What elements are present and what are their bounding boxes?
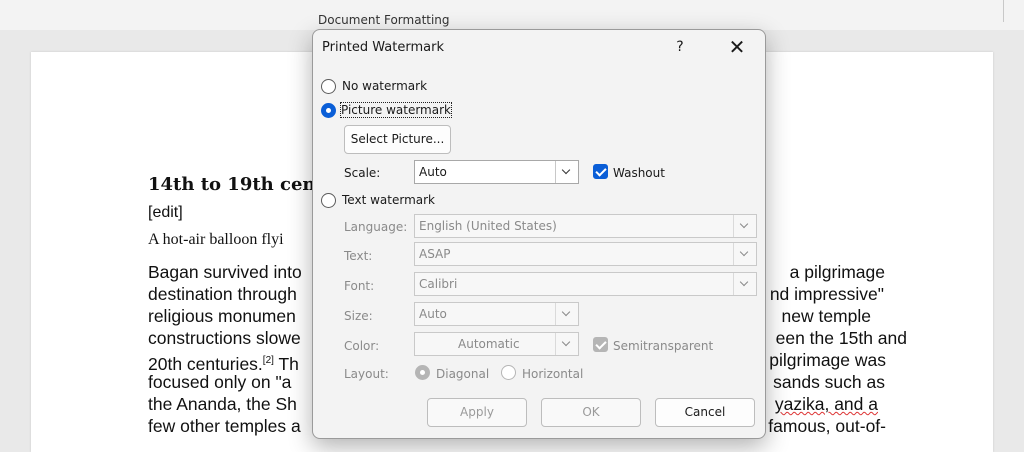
semitransparent-label[interactable]: Semitransparent: [613, 339, 713, 353]
doc-image-caption: A hot-air balloon flyi: [148, 231, 284, 248]
font-combobox[interactable]: Calibri: [414, 272, 757, 296]
text-combobox[interactable]: ASAP: [414, 242, 757, 266]
printed-watermark-dialog: Printed Watermark ? ✕ No watermark Pictu…: [312, 29, 766, 439]
horizontal-label[interactable]: Horizontal: [522, 367, 583, 381]
doc-body-line: pilgrimage was: [769, 350, 886, 370]
doc-body-line: focused only on "a: [148, 372, 292, 392]
doc-body-line: Bagan survived into: [148, 262, 302, 282]
text-watermark-label[interactable]: Text watermark: [342, 193, 435, 207]
text-value: ASAP: [419, 247, 451, 261]
doc-body-line: constructions slowe: [148, 328, 301, 348]
size-label: Size:: [344, 309, 373, 323]
doc-body-text: 20th centuries.: [148, 353, 263, 374]
scale-value: Auto: [419, 165, 447, 179]
washout-label[interactable]: Washout: [613, 166, 665, 180]
no-watermark-radio[interactable]: [321, 79, 336, 94]
diagonal-label[interactable]: Diagonal: [436, 367, 489, 381]
chevron-down-icon[interactable]: [733, 243, 756, 265]
semitransparent-checkbox[interactable]: [593, 337, 608, 352]
text-watermark-radio[interactable]: [321, 193, 336, 208]
doc-body-line: destination through: [148, 284, 297, 304]
chevron-down-icon[interactable]: [555, 161, 578, 183]
chevron-down-icon[interactable]: [555, 333, 578, 355]
scale-combobox[interactable]: Auto: [414, 160, 579, 184]
doc-body-line: sands such as: [773, 372, 885, 392]
doc-body-line: the Ananda, the Sh: [148, 394, 297, 414]
picture-watermark-label[interactable]: Picture watermark: [340, 102, 452, 118]
font-value: Calibri: [419, 277, 458, 291]
color-label: Color:: [344, 339, 380, 353]
chevron-down-icon[interactable]: [733, 273, 756, 295]
dialog-title: Printed Watermark: [322, 40, 444, 55]
text-label: Text:: [344, 249, 373, 263]
doc-body-text: Th: [273, 353, 299, 374]
color-value: Automatic: [458, 337, 520, 351]
scale-label: Scale:: [344, 166, 381, 180]
doc-body-line: yazika, and a: [774, 394, 878, 414]
language-label: Language:: [344, 220, 408, 234]
language-value: English (United States): [419, 219, 557, 233]
close-button[interactable]: ✕: [723, 36, 751, 58]
washout-checkbox[interactable]: [593, 164, 608, 179]
doc-body-line: nd impressive": [769, 284, 884, 304]
apply-button[interactable]: Apply: [427, 398, 527, 427]
chevron-down-icon[interactable]: [555, 303, 578, 325]
doc-body-line: new temple: [781, 306, 872, 326]
font-label: Font:: [344, 279, 375, 293]
ok-button[interactable]: OK: [541, 398, 641, 427]
doc-body-line: a pilgrimage: [789, 262, 885, 282]
color-combobox[interactable]: Automatic: [414, 332, 579, 356]
select-picture-button[interactable]: Select Picture...: [344, 125, 451, 154]
doc-body-line: religious monumen: [148, 306, 296, 326]
no-watermark-label[interactable]: No watermark: [342, 79, 427, 93]
chevron-down-icon[interactable]: [733, 215, 756, 237]
layout-label: Layout:: [344, 367, 389, 381]
doc-edit-link[interactable]: [edit]: [148, 204, 183, 222]
doc-body-line: een the 15th and: [775, 328, 907, 348]
diagonal-radio[interactable]: [415, 365, 430, 380]
ribbon-strip: Document Formatting: [0, 0, 1024, 30]
doc-heading: 14th to 19th cen: [148, 174, 316, 195]
doc-body-line: famous, out-of-: [768, 416, 886, 436]
picture-watermark-radio[interactable]: [321, 103, 336, 118]
size-combobox[interactable]: Auto: [414, 302, 579, 326]
horizontal-radio[interactable]: [501, 365, 516, 380]
doc-citation[interactable]: [2]: [263, 355, 274, 366]
language-combobox[interactable]: English (United States): [414, 214, 757, 238]
cancel-button[interactable]: Cancel: [655, 398, 755, 427]
ribbon-group-label: Document Formatting: [318, 13, 450, 27]
help-button[interactable]: ?: [668, 36, 692, 58]
size-value: Auto: [419, 307, 447, 321]
doc-body-line: few other temples a: [148, 416, 301, 436]
ribbon-divider: [1003, 0, 1004, 22]
